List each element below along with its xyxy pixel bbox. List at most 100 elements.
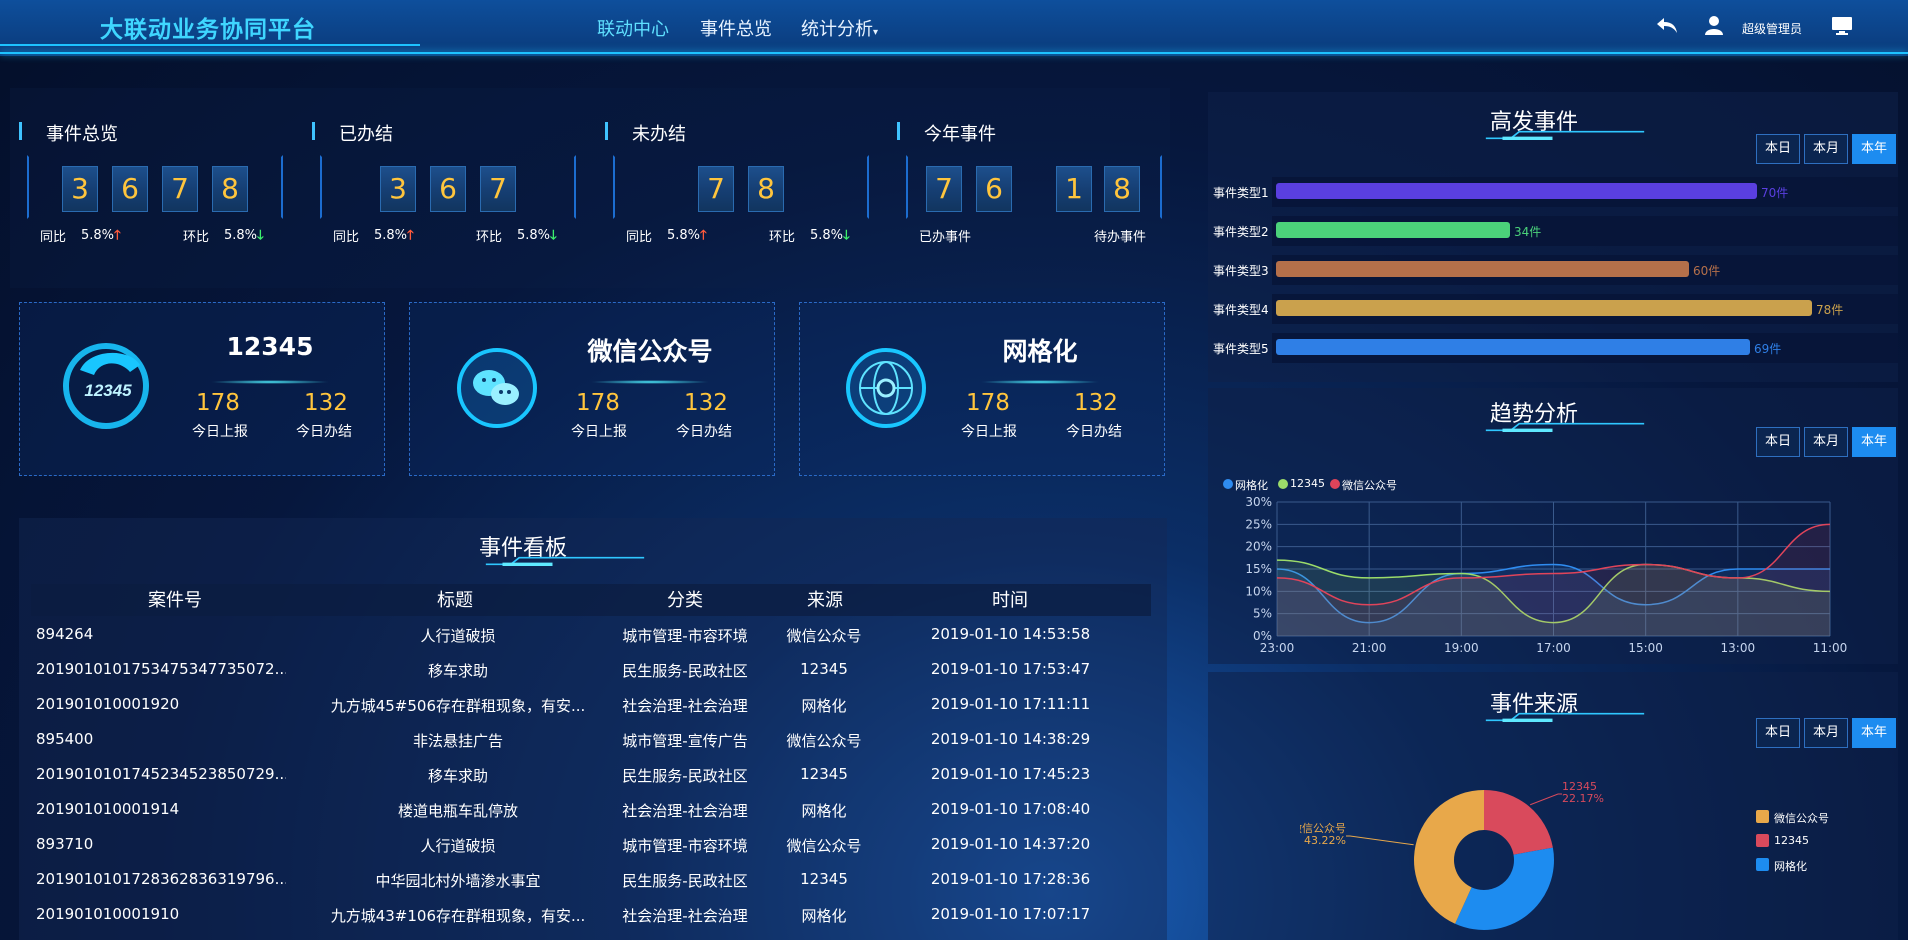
card-title: 12345 xyxy=(226,332,314,361)
x-tick-label: 21:00 xyxy=(1352,641,1387,655)
cell-title: 人行道破损 xyxy=(420,837,496,855)
phone-12345-icon: 12345 xyxy=(63,343,149,429)
digit: 8 xyxy=(748,166,784,212)
arrow-down-icon: 🡓 xyxy=(550,228,557,243)
y-tick-label: 5% xyxy=(1253,607,1272,621)
today-report-count: 178 xyxy=(966,390,1010,416)
period-day-button[interactable]: 本日 xyxy=(1756,718,1800,748)
cell-case-id: 893710 xyxy=(36,835,94,853)
legend-marker[interactable] xyxy=(1756,858,1769,871)
period-month-button[interactable]: 本月 xyxy=(1804,427,1848,457)
bar[interactable] xyxy=(1276,183,1757,199)
done-events-label: 已办事件 xyxy=(919,230,972,245)
legend-marker[interactable] xyxy=(1223,479,1233,489)
period-month-button[interactable]: 本月 xyxy=(1804,718,1848,748)
cell-source: 网格化 xyxy=(801,697,847,715)
title-underline xyxy=(1485,712,1645,722)
bar-category-label: 事件类型1 xyxy=(1213,186,1269,200)
user-name[interactable]: 超级管理员 xyxy=(1742,20,1802,37)
cell-category: 城市管理-宣传广告 xyxy=(622,732,748,750)
title-underline xyxy=(1485,130,1645,140)
cell-source: 微信公众号 xyxy=(786,627,862,645)
legend-marker[interactable] xyxy=(1756,810,1769,823)
nav-statistics-label: 统计分析 xyxy=(801,19,873,40)
today-report-count: 178 xyxy=(196,390,240,416)
legend-marker[interactable] xyxy=(1756,834,1769,847)
cell-category: 民生服务-民政社区 xyxy=(622,662,748,680)
period-year-button[interactable]: 本年 xyxy=(1852,134,1896,164)
bar-category-label: 事件类型3 xyxy=(1213,264,1269,278)
cell-source: 12345 xyxy=(800,765,848,783)
caret-down-icon: ▾ xyxy=(873,27,879,38)
period-day-button[interactable]: 本日 xyxy=(1756,134,1800,164)
nav-linkage-center[interactable]: 联动中心 xyxy=(597,15,669,41)
legend-marker[interactable] xyxy=(1278,479,1288,489)
column-header-source: 来源 xyxy=(807,590,843,611)
nav-event-overview[interactable]: 事件总览 xyxy=(700,15,772,41)
today-done-label: 今日办结 xyxy=(1066,424,1122,440)
digit: 7 xyxy=(162,166,198,212)
legend-marker[interactable] xyxy=(1330,479,1340,489)
monitor-icon[interactable] xyxy=(1832,17,1852,35)
period-year-button[interactable]: 本年 xyxy=(1852,718,1896,748)
column-header-title: 标题 xyxy=(437,590,473,611)
section-marker xyxy=(19,122,22,140)
bar[interactable] xyxy=(1276,261,1689,277)
bar-category-label: 事件类型5 xyxy=(1213,342,1269,356)
card-title: 网格化 xyxy=(1002,337,1078,366)
bar-value-label: 70件 xyxy=(1761,186,1789,200)
cell-category: 民生服务-民政社区 xyxy=(622,767,748,785)
glow-divider xyxy=(210,380,330,384)
x-tick-label: 15:00 xyxy=(1628,641,1663,655)
cell-case-id: 201901010001920 xyxy=(36,695,180,713)
bar-value-label: 60件 xyxy=(1693,264,1721,278)
mom-label: 环比 xyxy=(769,230,796,245)
y-tick-label: 15% xyxy=(1245,562,1272,576)
cell-title: 九方城45#506存在群租现象，有安... xyxy=(330,697,586,715)
cell-case-id: 201901010001914 xyxy=(36,800,180,818)
y-tick-label: 25% xyxy=(1245,517,1272,531)
cell-title: 人行道破损 xyxy=(420,627,496,645)
cell-time: 2019-01-10 14:53:58 xyxy=(930,625,1091,643)
bar-category-label: 事件类型2 xyxy=(1213,225,1269,239)
yoy-label: 同比 xyxy=(333,230,360,245)
cell-time: 2019-01-10 17:45:23 xyxy=(930,765,1091,783)
period-year-button[interactable]: 本年 xyxy=(1852,427,1896,457)
cell-title: 移车求助 xyxy=(427,662,488,680)
legend-label[interactable]: 微信公众号 xyxy=(1774,810,1829,826)
legend-label[interactable]: 12345 xyxy=(1774,834,1809,847)
title-underline xyxy=(485,556,645,566)
today-report-count: 178 xyxy=(576,390,620,416)
digit: 1 xyxy=(1056,166,1092,212)
bar[interactable] xyxy=(1276,222,1510,238)
pie-slice-percent: 22.17% xyxy=(1562,792,1604,805)
column-header-category: 分类 xyxy=(667,590,703,611)
cell-source: 网格化 xyxy=(801,802,847,820)
x-tick-label: 13:00 xyxy=(1721,641,1756,655)
arrow-down-icon: 🡓 xyxy=(257,228,264,243)
bar[interactable] xyxy=(1276,300,1812,316)
cell-time: 2019-01-10 14:38:29 xyxy=(930,730,1091,748)
arrow-up-icon: 🡑 xyxy=(407,228,414,243)
today-done-label: 今日办结 xyxy=(676,424,732,440)
legend-label[interactable]: 网格化 xyxy=(1774,858,1807,874)
back-icon[interactable] xyxy=(1656,16,1678,34)
stat-title-unfinished: 未办结 xyxy=(632,124,686,145)
y-tick-label: 20% xyxy=(1245,540,1272,554)
bar[interactable] xyxy=(1276,339,1750,355)
digit: 7 xyxy=(698,166,734,212)
cell-category: 社会治理-社会治理 xyxy=(622,802,748,820)
user-icon[interactable] xyxy=(1705,15,1723,35)
digit-frame xyxy=(613,155,869,219)
period-day-button[interactable]: 本日 xyxy=(1756,427,1800,457)
legend-label[interactable]: 12345 xyxy=(1290,477,1325,490)
yoy-label: 同比 xyxy=(626,230,653,245)
nav-statistics[interactable]: 统计分析▾ xyxy=(801,15,878,41)
source-donut-chart: 1234522.17%微信公众号43.22% xyxy=(1300,780,1604,930)
bar-value-label: 69件 xyxy=(1754,342,1782,356)
x-tick-label: 19:00 xyxy=(1444,641,1479,655)
cell-case-id: 20190101017283628363197​96... xyxy=(36,870,286,888)
arrow-up-icon: 🡑 xyxy=(700,228,707,243)
period-month-button[interactable]: 本月 xyxy=(1804,134,1848,164)
arrow-down-icon: 🡓 xyxy=(843,228,850,243)
